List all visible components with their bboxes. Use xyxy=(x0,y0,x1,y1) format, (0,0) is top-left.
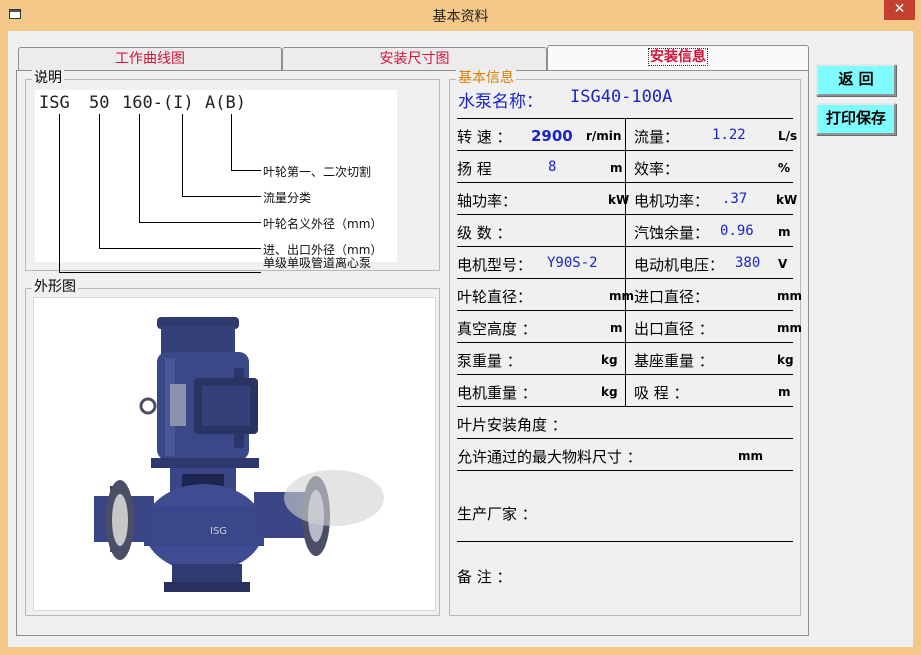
connector-series-h xyxy=(59,272,261,273)
row-divider xyxy=(457,470,793,471)
pump-weight-label: 泵重量 ： xyxy=(457,352,522,370)
motor-power-value: .37 xyxy=(722,191,748,207)
tab-strip: 工作曲线图 安装尺寸图 安装信息 xyxy=(18,45,809,71)
row-divider xyxy=(457,406,793,407)
head-value: 8 xyxy=(548,159,557,175)
description-group-title: 说明 xyxy=(32,70,64,86)
head-label: 扬 程 xyxy=(457,160,492,178)
motor-voltage-value: 380 xyxy=(735,255,761,271)
npsh-unit: m xyxy=(778,225,791,239)
column-divider xyxy=(625,118,626,406)
tab-panel: 说明 ISG 50 160-(I) A(B) 叶轮第一、二次切割 流量分类 叶轮… xyxy=(16,70,809,636)
motor-power-label: 电机功率： xyxy=(634,192,710,210)
connector-cut-v xyxy=(231,114,232,170)
motor-voltage-label: 电动机电压： xyxy=(634,256,725,274)
tab-install-info[interactable]: 安装信息 xyxy=(547,45,809,71)
efficiency-label: 效率： xyxy=(634,160,680,178)
suction-lift-label: 吸 程 ： xyxy=(634,384,689,402)
connector-flow-h xyxy=(182,196,261,197)
flow-label: 流量： xyxy=(634,128,680,146)
blade-angle-label: 叶片安装角度 ： xyxy=(457,416,567,434)
connector-series-v xyxy=(59,114,60,272)
pump-weight-unit: kg xyxy=(601,353,618,367)
max-particle-unit: mm xyxy=(738,449,764,463)
manufacturer-label: 生产厂家 ： xyxy=(457,505,537,523)
speed-value: 2900 xyxy=(531,127,573,145)
inlet-diameter-unit: mm xyxy=(777,289,803,303)
shaft-power-unit: kW xyxy=(608,193,630,207)
impeller-diameter-unit: mm xyxy=(609,289,635,303)
npsh-label: 汽蚀余量： xyxy=(634,224,710,242)
tab-install-info-label: 安装信息 xyxy=(648,48,708,66)
connector-cut-h xyxy=(231,170,261,171)
pump-photo: ISG xyxy=(33,297,436,611)
motor-voltage-unit: V xyxy=(778,257,788,271)
connector-flow-v xyxy=(182,114,183,196)
client-area: 工作曲线图 安装尺寸图 安装信息 说明 ISG 50 160-(I) A(B) xyxy=(8,31,913,647)
motor-model-label: 电机型号： xyxy=(457,256,533,274)
impeller-diameter-label: 叶轮直径： xyxy=(457,288,533,306)
connector-port-v xyxy=(99,114,100,248)
motor-weight-unit: kg xyxy=(601,385,618,399)
label-impeller-cut: 叶轮第一、二次切割 xyxy=(263,165,372,179)
pump-name-value: ISG40-100A xyxy=(570,87,673,107)
shaft-power-label: 轴功率： xyxy=(457,192,518,210)
efficiency-unit: % xyxy=(778,161,791,175)
max-particle-label: 允许通过的最大物料尺寸 ： xyxy=(457,448,642,466)
pump-illustration: ISG xyxy=(94,317,384,592)
window-frame: 基本资料 ✕ 工作曲线图 安装尺寸图 安装信息 说明 ISG 50 160-(I… xyxy=(0,0,921,655)
connector-impeller-v xyxy=(139,114,140,222)
vacuum-height-unit: m xyxy=(610,321,623,335)
pump-name-label: 水泵名称： xyxy=(458,92,543,112)
remarks-label: 备 注 ： xyxy=(457,568,512,586)
tab-performance-curve[interactable]: 工作曲线图 xyxy=(18,47,282,70)
suction-lift-unit: m xyxy=(778,385,791,399)
motor-model-value: Y90S-2 xyxy=(547,255,598,271)
label-flow-class: 流量分类 xyxy=(263,191,312,205)
appearance-group: 外形图 ISG xyxy=(25,279,440,616)
model-part-port-diameter: 50 xyxy=(89,93,110,113)
row-divider xyxy=(457,541,793,542)
stages-label: 级 数 ： xyxy=(457,224,512,242)
close-button[interactable]: ✕ xyxy=(884,0,915,20)
description-group: 说明 ISG 50 160-(I) A(B) 叶轮第一、二次切割 流量分类 叶轮… xyxy=(25,70,440,273)
npsh-value: 0.96 xyxy=(720,223,754,239)
model-part-series: ISG xyxy=(39,93,70,113)
basic-info-group: 基本信息 水泵名称： ISG40-100A 转 速 ： 2900 r/min 流… xyxy=(449,70,803,616)
vacuum-height-label: 真空高度 ： xyxy=(457,320,537,338)
appearance-group-title: 外形图 xyxy=(32,279,78,295)
base-weight-label: 基座重量 ： xyxy=(634,352,714,370)
inlet-diameter-label: 进口直径： xyxy=(634,288,710,306)
label-impeller-nominal-diameter: 叶轮名义外径（mm） xyxy=(263,217,383,231)
basic-info-group-title: 基本信息 xyxy=(456,70,516,86)
model-part-cut: A(B) xyxy=(205,93,246,113)
flow-value: 1.22 xyxy=(712,127,746,143)
model-code-diagram: ISG 50 160-(I) A(B) 叶轮第一、二次切割 流量分类 叶轮名义外… xyxy=(35,90,397,273)
row-divider xyxy=(457,438,793,439)
tab-install-dimensions[interactable]: 安装尺寸图 xyxy=(282,47,547,70)
outlet-diameter-unit: mm xyxy=(777,321,803,335)
base-weight-unit: kg xyxy=(777,353,794,367)
motor-weight-label: 电机重量 ： xyxy=(457,384,537,402)
svg-text:ISG: ISG xyxy=(210,526,227,537)
title-bar[interactable]: 基本资料 ✕ xyxy=(0,0,921,32)
speed-unit: r/min xyxy=(586,129,622,143)
outlet-diameter-label: 出口直径 ： xyxy=(634,320,714,338)
print-save-button[interactable]: 打印保存 xyxy=(816,103,896,135)
model-part-impeller-diameter: 160-(I) xyxy=(122,93,194,113)
connector-port-h xyxy=(99,248,261,249)
flow-unit: L/s xyxy=(778,129,798,143)
window-title: 基本资料 xyxy=(432,9,489,25)
connector-impeller-h xyxy=(139,222,261,223)
head-unit: m xyxy=(610,161,623,175)
back-button[interactable]: 返 回 xyxy=(816,64,896,96)
label-pump-type: 单级单吸管道离心泵 xyxy=(263,256,372,270)
speed-label: 转 速 ： xyxy=(457,128,512,146)
motor-power-unit: kW xyxy=(776,193,798,207)
